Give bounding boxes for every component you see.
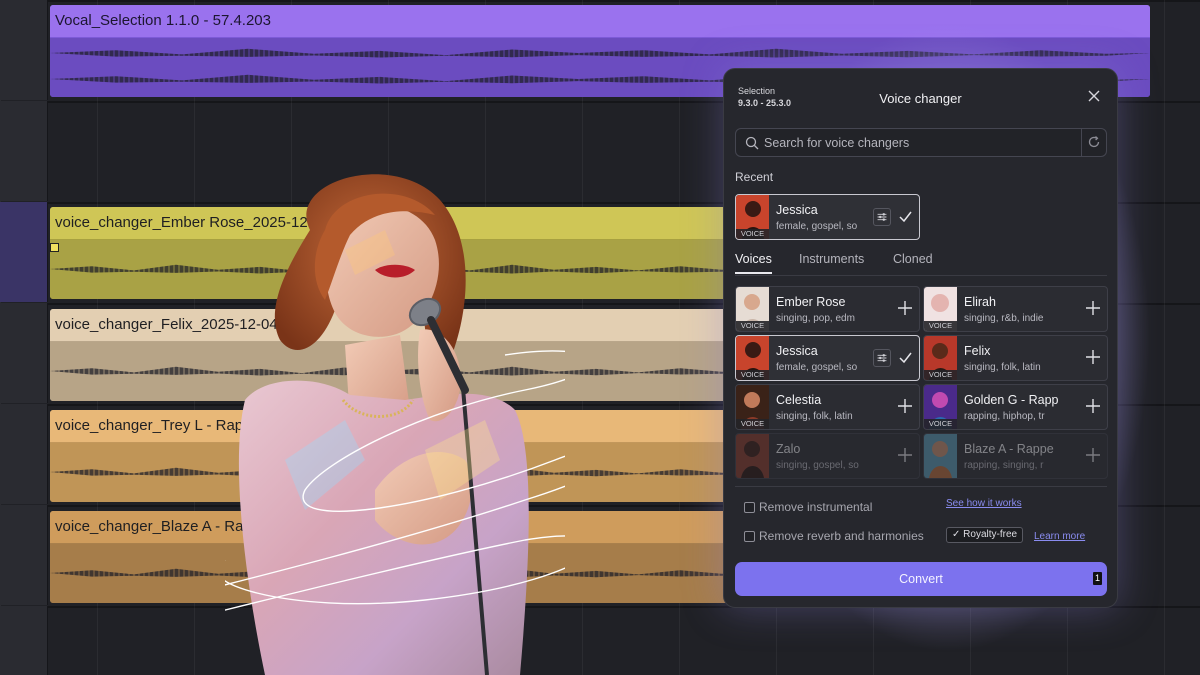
voice-tags: singing, folk, latin [964,362,1041,373]
add-icon[interactable] [1085,447,1101,463]
convert-label: Convert [899,572,943,586]
royalty-free-badge: ✓ Royalty-free [946,527,1024,543]
add-icon[interactable] [1085,398,1101,414]
voice-card-jessica[interactable]: VOICE Jessica female, gospel, so [735,335,920,381]
voice-avatar: VOICE [736,336,769,380]
close-icon[interactable] [1087,89,1101,103]
voice-tags: singing, gospel, so [776,460,859,471]
search-box [735,128,1107,157]
voice-tags: singing, folk, latin [776,411,853,422]
see-how-it-works-link[interactable]: See how it works [946,498,1022,509]
voice-card-ember-rose[interactable]: VOICE Ember Rose singing, pop, edm [735,286,920,332]
voice-tags: rapping, hiphop, tr [964,411,1045,422]
track-header[interactable] [0,404,48,504]
track-header[interactable] [0,303,48,403]
convert-count-badge: 1 [1093,572,1102,585]
voice-avatar: VOICE [736,385,769,429]
voice-name: Celestia [776,393,822,407]
avatar-image [924,434,957,478]
voice-name: Blaze A - Rappe [964,442,1054,456]
track-header[interactable] [0,101,48,201]
panel-title: Voice changer [879,91,962,106]
voice-name: Ember Rose [776,295,846,309]
voice-tag: VOICE [736,419,769,429]
voice-card-golden-g[interactable]: VOICE Golden G - Rapp rapping, hiphop, t… [923,384,1108,430]
singer-illustration [225,174,565,675]
remove-instrumental-label: Remove instrumental [759,500,873,514]
search-input[interactable] [764,129,1074,156]
voice-avatar [736,434,769,478]
add-icon[interactable] [1085,300,1101,316]
voice-tag: VOICE [736,370,769,380]
track-header[interactable] [0,606,48,675]
voice-name: Zalo [776,442,801,456]
voice-tags: singing, r&b, indie [964,313,1044,324]
convert-button[interactable]: Convert 1 [735,562,1107,596]
tab-instruments[interactable]: Instruments [799,252,864,272]
learn-more-link[interactable]: Learn more [1034,531,1085,542]
voice-tags: singing, pop, edm [776,313,855,324]
voice-changer-panel: Selection 9.3.0 - 25.3.0 Voice changer R… [723,68,1118,608]
voice-card-felix[interactable]: VOICE Felix singing, folk, latin [923,335,1108,381]
search-icon [745,136,759,150]
voice-avatar: VOICE [736,195,769,239]
check-icon [899,211,912,223]
track-header-selected[interactable] [0,202,48,302]
remove-instrumental-checkbox[interactable] [744,502,755,513]
voice-tabs: Voices Instruments Cloned [735,252,1107,276]
voice-name: Felix [964,344,991,358]
voice-tag: VOICE [924,321,957,331]
voice-avatar: VOICE [924,336,957,380]
voice-name: Jessica [776,203,818,217]
voice-tags: female, gospel, so [776,362,858,373]
voice-tag: VOICE [736,229,769,239]
tab-cloned[interactable]: Cloned [893,252,933,272]
remove-reverb-label: Remove reverb and harmonies [759,529,924,543]
recent-label: Recent [735,170,774,184]
track-header[interactable] [0,505,48,605]
voice-tag: VOICE [736,321,769,331]
voice-tags: rapping, singing, r [964,460,1044,471]
remove-reverb-checkbox[interactable] [744,531,755,542]
voice-card-zalo[interactable]: Zalo singing, gospel, so [735,433,920,479]
add-icon[interactable] [897,300,913,316]
search-divider [1081,129,1082,156]
options-divider [735,486,1107,487]
voice-avatar: VOICE [736,287,769,331]
check-icon [899,352,912,364]
voice-tags: female, gospel, so [776,221,858,232]
recent-voice-card[interactable]: VOICE Jessica female, gospel, so [735,194,920,240]
voice-avatar: VOICE [924,385,957,429]
add-icon[interactable] [897,398,913,414]
avatar-image [736,434,769,478]
track-header[interactable] [0,0,48,100]
voice-name: Golden G - Rapp [964,393,1059,407]
voice-name: Elirah [964,295,996,309]
voice-tag: VOICE [924,419,957,429]
refresh-icon[interactable] [1087,135,1101,149]
tab-voices[interactable]: Voices [735,252,772,274]
voice-card-elirah[interactable]: VOICE Elirah singing, r&b, indie [923,286,1108,332]
add-icon[interactable] [1085,349,1101,365]
add-icon[interactable] [897,447,913,463]
voice-avatar [924,434,957,478]
selection-handle[interactable] [50,243,59,252]
voice-tag: VOICE [924,370,957,380]
voice-card-celestia[interactable]: VOICE Celestia singing, folk, latin [735,384,920,430]
voice-avatar: VOICE [924,287,957,331]
settings-sliders-icon[interactable] [873,349,891,367]
settings-sliders-icon[interactable] [873,208,891,226]
voice-name: Jessica [776,344,818,358]
voice-card-blaze-a[interactable]: Blaze A - Rappe rapping, singing, r [923,433,1108,479]
